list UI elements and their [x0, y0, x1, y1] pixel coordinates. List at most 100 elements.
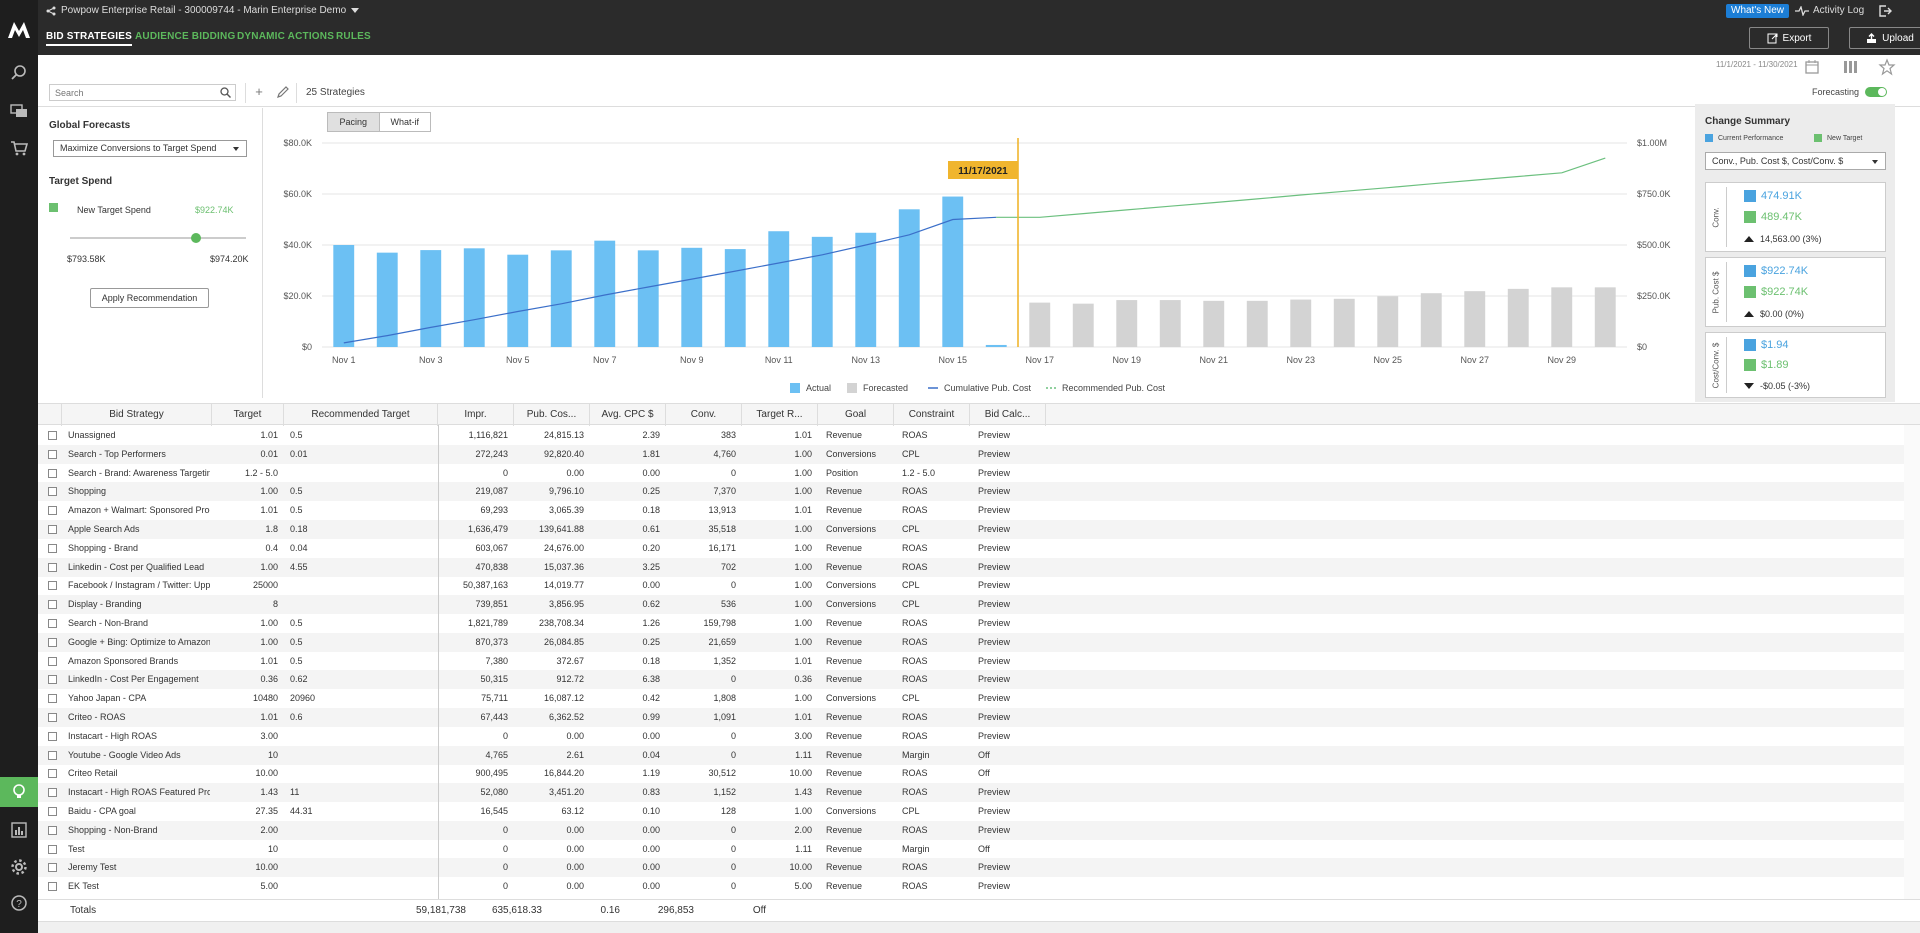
row-checkbox[interactable] [48, 637, 57, 647]
search-input[interactable] [50, 85, 210, 100]
row-checkbox[interactable] [48, 449, 57, 459]
table-row[interactable]: Baidu - CPA goal 27.35 44.31 16,545 63.12 0.1… [38, 802, 1904, 821]
row-checkbox[interactable] [48, 694, 57, 704]
table-cell[interactable]: Youtube - Google Video Ads [68, 746, 210, 765]
column-header[interactable]: Impr. [438, 404, 514, 426]
table-cell[interactable]: Linkedin - Cost per Qualified Lead [68, 558, 210, 577]
row-checkbox[interactable] [48, 844, 57, 854]
apply-recommendation-button[interactable]: Apply Recommendation [90, 288, 209, 308]
table-row[interactable]: Google + Bing: Optimize to Amazon 1.00 0.5… [38, 632, 1904, 652]
logout-icon[interactable] [1877, 3, 1893, 19]
column-header[interactable]: Pub. Cos... [514, 404, 590, 426]
metrics-select[interactable]: Conv., Pub. Cost $, Cost/Conv. $ [1705, 152, 1886, 170]
table-cell[interactable]: Amazon + Walmart: Sponsored Products [68, 501, 210, 520]
forecasting-toggle[interactable] [1865, 87, 1888, 97]
table-cell[interactable]: Criteo - ROAS [68, 708, 210, 727]
table-row[interactable]: Amazon + Walmart: Sponsored Products 1.01… [38, 501, 1904, 520]
vertical-scrollbar[interactable] [1904, 425, 1920, 900]
marin-logo[interactable] [7, 18, 31, 40]
table-cell[interactable]: EK Test [68, 877, 210, 896]
table-row[interactable]: Instacart - High ROAS 3.00 0 0.00 0.00 0 3.00 R… [38, 727, 1904, 746]
table-cell[interactable]: LinkedIn - Cost Per Engagement [68, 670, 210, 689]
table-cell[interactable]: Google + Bing: Optimize to Amazon [68, 633, 210, 652]
table-cell[interactable]: Facebook / Instagram / Twitter: Upper [68, 576, 210, 595]
column-header[interactable]: Conv. [666, 404, 742, 426]
objective-select[interactable]: Maximize Conversions to Target Spend [53, 140, 247, 157]
table-row[interactable]: Unassigned 1.01 0.5 1,116,821 24,815.13 2.39 3… [38, 426, 1904, 445]
row-checkbox[interactable] [48, 619, 57, 628]
star-icon[interactable] [1878, 58, 1896, 76]
tab-bid-strategies[interactable]: BID STRATEGIES [46, 31, 132, 46]
row-checkbox[interactable] [48, 731, 57, 741]
row-checkbox[interactable] [48, 675, 57, 685]
table-cell[interactable]: Amazon Sponsored Brands [68, 652, 210, 671]
table-row[interactable]: Test 10 0 0.00 0.00 0 1.11 Revenue Margin Off [38, 840, 1904, 859]
table-row[interactable]: Display - Branding 8 739,851 3,856.95 0.62 53… [38, 595, 1904, 615]
date-range[interactable]: 11/1/2021 - 11/30/2021 [1716, 60, 1798, 69]
row-checkbox[interactable] [48, 581, 57, 591]
table-cell[interactable]: Display - Branding [68, 595, 210, 614]
table-row[interactable]: Search - Non-Brand 1.00 0.5 1,821,789 238,70… [38, 614, 1904, 633]
row-checkbox[interactable] [48, 788, 57, 798]
lightbulb-icon[interactable] [0, 777, 38, 807]
horizontal-scrollbar[interactable] [38, 921, 1920, 933]
row-checkbox[interactable] [48, 468, 57, 478]
upload-button[interactable]: Upload [1849, 27, 1920, 49]
slider-handle[interactable] [190, 233, 201, 243]
table-cell[interactable]: Instacart - High ROAS Featured Products [68, 783, 210, 802]
gear-icon[interactable] [0, 852, 38, 882]
table-cell[interactable]: Test [68, 840, 210, 859]
cart-icon[interactable] [0, 133, 38, 163]
column-header[interactable]: Avg. CPC $ [590, 404, 666, 426]
whatif-tab[interactable]: What-if [380, 113, 431, 131]
chat-icon[interactable] [0, 96, 38, 126]
table-row[interactable]: Instacart - High ROAS Featured Products 1… [38, 783, 1904, 803]
help-icon[interactable]: ? [0, 888, 38, 918]
row-checkbox[interactable] [48, 713, 57, 722]
row-checkbox[interactable] [48, 600, 57, 610]
table-row[interactable]: Yahoo Japan - CPA 10480 20960 75,711 16,087.… [38, 689, 1904, 708]
table-cell[interactable]: Shopping [68, 482, 210, 501]
table-cell[interactable]: Jeremy Test [68, 858, 210, 877]
table-cell[interactable]: Search - Non-Brand [68, 614, 210, 633]
row-checkbox[interactable] [48, 769, 57, 779]
column-header[interactable]: Bid Calc... [970, 404, 1046, 426]
table-row[interactable]: Linkedin - Cost per Qualified Lead 1.00 4.… [38, 557, 1904, 577]
table-cell[interactable]: Instacart - High ROAS [68, 727, 210, 746]
row-checkbox[interactable] [48, 656, 57, 666]
column-header[interactable]: Bid Strategy [62, 404, 212, 426]
table-cell[interactable]: Yahoo Japan - CPA [68, 689, 210, 708]
row-checkbox[interactable] [48, 562, 57, 572]
table-row[interactable]: Youtube - Google Video Ads 10 4,765 2.61 0.0… [38, 745, 1904, 765]
column-header[interactable]: Constraint [894, 404, 970, 426]
table-row[interactable]: Facebook / Instagram / Twitter: Upper 250… [38, 576, 1904, 595]
table-row[interactable]: Search - Brand: Awareness Targeting 1.2 -… [38, 464, 1904, 483]
row-checkbox[interactable] [48, 543, 57, 553]
row-checkbox[interactable] [48, 825, 57, 835]
row-checkbox[interactable] [48, 506, 57, 516]
account-selector[interactable]: Powpow Enterprise Retail - 300009744 - M… [46, 5, 360, 16]
table-cell[interactable]: Unassigned [68, 426, 210, 445]
table-row[interactable]: Apple Search Ads 1.8 0.18 1,636,479 139,641.… [38, 520, 1904, 539]
pacing-tab[interactable]: Pacing [328, 113, 380, 131]
column-header[interactable]: Target [212, 404, 284, 426]
table-cell[interactable]: Apple Search Ads [68, 520, 210, 539]
table-row[interactable]: EK Test 5.00 0 0.00 0.00 0 5.00 Revenue ROAS Prev… [38, 877, 1904, 896]
search-icon[interactable] [220, 87, 231, 98]
table-row[interactable]: Criteo Retail 10.00 900,495 16,844.20 1.19 30… [38, 764, 1904, 783]
table-cell[interactable]: Shopping - Brand [68, 539, 210, 558]
table-cell[interactable]: Shopping - Non-Brand [68, 821, 210, 840]
table-cell[interactable]: Search - Top Performers [68, 445, 210, 464]
row-checkbox[interactable] [48, 863, 57, 873]
tab-dynamic-actions[interactable]: DYNAMIC ACTIONS [237, 31, 334, 42]
table-cell[interactable]: Search - Brand: Awareness Targeting [68, 464, 210, 483]
export-button[interactable]: Export [1749, 27, 1829, 49]
pencil-icon[interactable] [276, 85, 290, 99]
row-checkbox[interactable] [48, 750, 57, 760]
search-icon[interactable] [0, 58, 38, 88]
column-header[interactable]: Recommended Target [284, 404, 438, 426]
table-row[interactable]: LinkedIn - Cost Per Engagement 0.36 0.62 50… [38, 670, 1904, 690]
calendar-icon[interactable] [1803, 58, 1821, 76]
target-spend-slider[interactable] [70, 233, 246, 243]
table-row[interactable]: Amazon Sponsored Brands 1.01 0.5 7,380 372.6… [38, 652, 1904, 671]
